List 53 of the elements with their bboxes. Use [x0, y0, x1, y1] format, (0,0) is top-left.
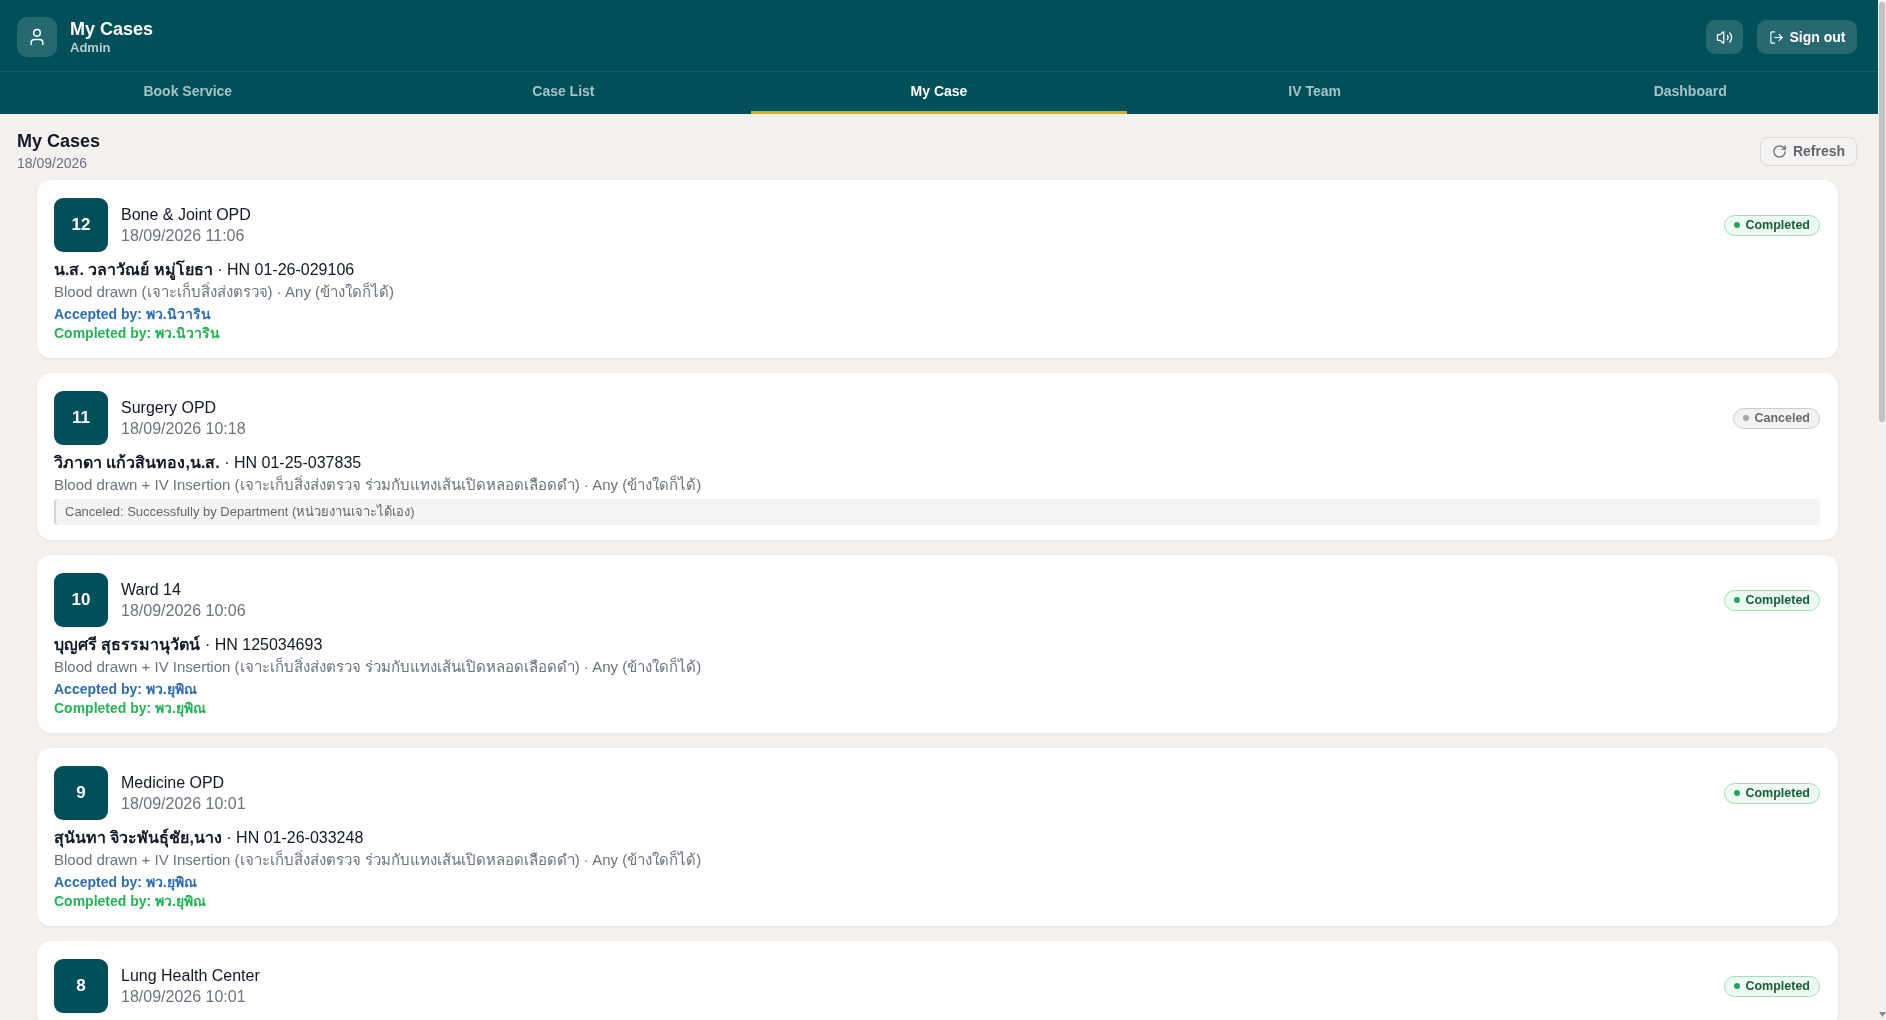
location-name: Medicine OPD	[121, 773, 226, 793]
location-name: Lung Health Center	[121, 966, 260, 986]
case-number: 8	[54, 959, 108, 1013]
service-info: Blood drawn (เจาะเก็บสิ่งส่งตรวจ) · Any (ข้างใดก็ได้)	[54, 281, 396, 302]
status-label: Canceled	[1754, 410, 1810, 426]
case-number: 11	[54, 391, 108, 445]
sound-button[interactable]	[1706, 20, 1743, 54]
scroll-down-arrow-icon[interactable]	[1878, 1012, 1886, 1017]
patient-info: วิภาดา แก้วสินทอง,น.ส. · HN 01-25-037835	[54, 453, 363, 473]
nav-tab[interactable]: My Case	[751, 72, 1127, 114]
patient-info: น.ส. วลาวัณย์ หมู่โยธา · HN 01-26-029106	[54, 259, 356, 281]
status-label: Completed	[1745, 978, 1810, 994]
case-time: 18/09/2026 10:06	[121, 601, 246, 621]
status-label: Completed	[1745, 217, 1810, 233]
user-role: Admin	[70, 40, 112, 56]
location-name: Surgery OPD	[121, 398, 218, 418]
nav-tab[interactable]: Dashboard	[1502, 72, 1878, 114]
app-title: My Cases	[70, 18, 154, 40]
accepted-by: Accepted by: พว.ยุพิณ	[54, 873, 198, 892]
logout-icon	[1768, 29, 1784, 45]
case-time: 18/09/2026 10:01	[121, 987, 247, 1007]
refresh-button[interactable]: Refresh	[1760, 136, 1857, 166]
completed-by: Completed by: พว.ยุพิณ	[54, 892, 207, 911]
completed-by: Completed by: พว.ยุพิณ	[54, 699, 207, 718]
nav-tab[interactable]: IV Team	[1126, 72, 1503, 114]
case-time: 18/09/2026 10:01	[121, 794, 246, 814]
page-title: My Cases	[17, 130, 101, 152]
case-number: 10	[54, 573, 108, 627]
accepted-by: Accepted by: พว.ยุพิณ	[54, 680, 198, 699]
case-number: 12	[54, 198, 108, 252]
page-date: 18/09/2026	[17, 154, 89, 172]
status-label: Completed	[1745, 785, 1810, 801]
cancel-note: Canceled: Successfully by Department (หน่วยงานเจาะได้เอง)	[54, 499, 1820, 525]
completed-by: Completed by: พว.นิวาริน	[54, 324, 221, 343]
speaker-icon	[1716, 28, 1733, 46]
case-time: 18/09/2026 11:06	[121, 226, 246, 246]
refresh-icon	[1771, 143, 1787, 159]
nav-tab[interactable]: Book Service	[0, 72, 376, 114]
patient-info: สุนันทา จิวะพันธุ์ชัย,นาง · HN 01-26-033248	[54, 827, 365, 849]
user-icon	[17, 17, 57, 57]
patient-info: บุญศรี สุธรรมานุวัตน์ · HN 125034693	[54, 634, 324, 656]
location-name: Bone & Joint OPD	[121, 205, 251, 225]
case-number: 9	[54, 766, 108, 820]
nav-tab[interactable]: Case List	[375, 72, 752, 114]
status-label: Completed	[1745, 592, 1810, 608]
accepted-by: Accepted by: พว.นิวาริน	[54, 305, 212, 324]
sign-out-button[interactable]: Sign out	[1757, 20, 1857, 54]
scrollbar-thumb[interactable]	[1879, 2, 1885, 422]
service-info: Blood drawn + IV Insertion (เจาะเก็บสิ่งส่งตรวจ ร่วมกับแทงเส้นเปิดหลอดเลือดดำ) · Any (ข้างใดก็ได้)	[54, 849, 703, 870]
service-info: Blood drawn + IV Insertion (เจาะเก็บสิ่งส่งตรวจ ร่วมกับแทงเส้นเปิดหลอดเลือดดำ) · Any (ข้างใดก็ได้)	[54, 656, 703, 677]
case-time: 18/09/2026 10:18	[121, 419, 246, 439]
location-name: Ward 14	[121, 580, 182, 600]
service-info: Blood drawn + IV Insertion (เจาะเก็บสิ่งส่งตรวจ ร่วมกับแทงเส้นเปิดหลอดเลือดดำ) · Any (ข้างใดก็ได้)	[54, 474, 703, 495]
